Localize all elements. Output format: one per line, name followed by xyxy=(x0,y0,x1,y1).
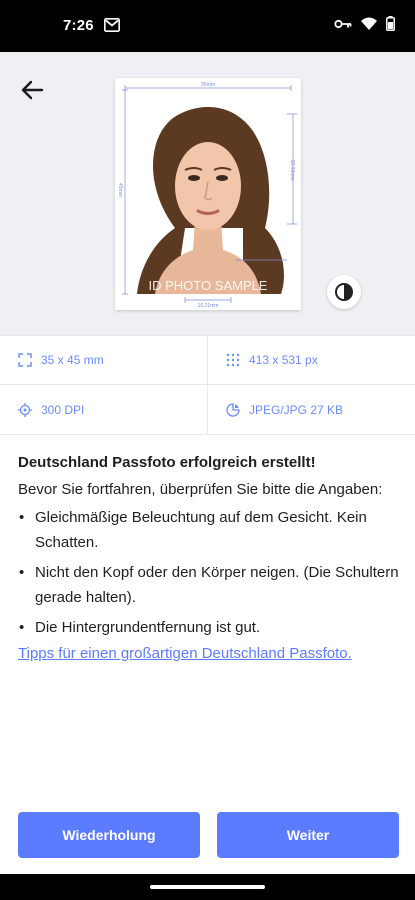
svg-text:10.21mm: 10.21mm xyxy=(198,303,219,309)
back-button[interactable] xyxy=(18,74,50,106)
spec-label: JPEG/JPG 27 KB xyxy=(249,402,344,417)
bullet: • xyxy=(19,509,25,526)
spec-dimensions: 35 x 45 mm xyxy=(0,335,207,384)
status-bar: 7:26 xyxy=(0,0,415,52)
svg-text:32-36mm: 32-36mm xyxy=(289,159,295,180)
success-heading: Deutschland Passfoto erfolgreich erstell… xyxy=(18,454,316,471)
checklist: • Gleichmäßige Beleuchtung auf dem Gesich… xyxy=(18,505,400,640)
review-intro: Bevor Sie fortfahren, überprüfen Sie bit… xyxy=(18,481,383,498)
bullet: • xyxy=(19,564,25,581)
svg-text:45mm: 45mm xyxy=(117,183,123,197)
list-item: • Die Hintergrundentfernung ist gut. xyxy=(18,615,400,640)
contrast-toggle-button[interactable] xyxy=(327,275,361,309)
photo-specs: 35 x 45 mm 413 x 531 px 300 DPI JPEG/JPG… xyxy=(0,335,415,435)
spec-label: 300 DPI xyxy=(41,402,85,417)
dimensions-icon xyxy=(18,352,32,367)
bullet: • xyxy=(19,619,25,636)
list-item: • Gleichmäßige Beleuchtung auf dem Gesich… xyxy=(18,505,400,555)
status-icons xyxy=(334,16,395,31)
status-time: 7:26 xyxy=(63,17,94,34)
home-gesture-handle[interactable] xyxy=(150,885,265,889)
photo-preview-area: 35mm 45mm 32-36mm 10.21mm ID PHOTO SAMPL… xyxy=(0,52,415,335)
list-item: • Nicht den Kopf oder den Körper neigen. … xyxy=(18,560,400,610)
svg-text:35mm: 35mm xyxy=(201,82,215,88)
tips-link[interactable]: Tipps für einen großartigen Deutschland … xyxy=(18,643,400,665)
spec-dpi: 300 DPI xyxy=(0,385,207,434)
spec-label: 35 x 45 mm xyxy=(41,352,104,367)
retake-button[interactable]: Wiederholung xyxy=(18,812,200,858)
contrast-icon xyxy=(335,283,353,301)
spec-file-size: JPEG/JPG 27 KB xyxy=(208,385,415,434)
battery-icon xyxy=(386,16,395,31)
spec-label: 413 x 531 px xyxy=(249,352,318,367)
wifi-icon xyxy=(361,17,377,30)
passport-photo: 35mm 45mm 32-36mm 10.21mm ID PHOTO SAMPL… xyxy=(115,78,301,310)
sample-watermark: ID PHOTO SAMPLE xyxy=(149,278,268,293)
dpi-icon xyxy=(18,402,32,417)
file-size-icon xyxy=(226,402,240,417)
spec-pixels: 413 x 531 px xyxy=(208,335,415,384)
review-content: Deutschland Passfoto erfolgreich erstell… xyxy=(18,452,400,665)
navigation-bar xyxy=(0,874,415,900)
arrow-left-icon xyxy=(21,80,44,100)
vpn-key-icon xyxy=(334,19,352,28)
continue-button[interactable]: Weiter xyxy=(217,812,399,858)
pixels-grid-icon xyxy=(226,353,240,366)
gmail-notification-icon xyxy=(104,18,120,37)
